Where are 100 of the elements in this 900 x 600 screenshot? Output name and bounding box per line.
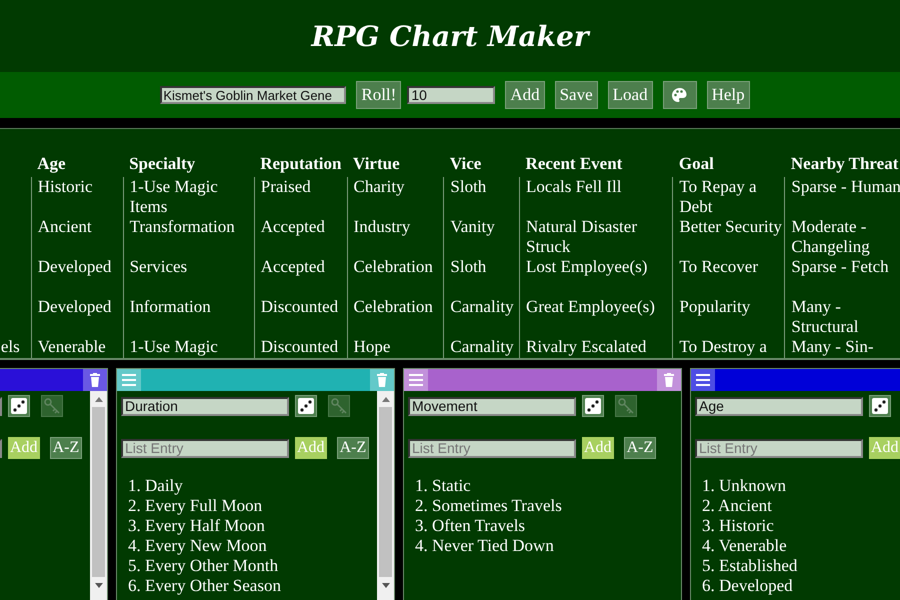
list-item: 1. Unknown	[702, 476, 788, 496]
table-cell: Industry	[354, 217, 410, 236]
list-item: 1. Static	[415, 476, 472, 496]
table-cell: Celebration	[354, 297, 433, 316]
list-item: 5. Established	[702, 556, 798, 576]
roll-button[interactable]	[582, 395, 604, 417]
list-title-field[interactable]: Duration	[121, 396, 289, 416]
column-header: Specialty	[123, 153, 254, 177]
table-cell: Many - Structural	[791, 297, 858, 336]
app-title: RPG Chart Maker	[311, 20, 589, 52]
trash-icon	[89, 372, 101, 388]
key-button[interactable]	[615, 395, 637, 417]
sort-button[interactable]: A-Z	[50, 437, 82, 459]
table-cell: Developed	[38, 257, 112, 276]
list-item: 5. Every Other Month	[128, 556, 280, 576]
scrollbar[interactable]	[377, 391, 394, 600]
table-cell: Ancient	[38, 217, 92, 236]
sort-button[interactable]: A-Z	[624, 437, 656, 459]
scroll-down-arrow-icon	[94, 582, 102, 588]
column-header: Age	[31, 153, 124, 177]
delete-button[interactable]	[657, 369, 681, 391]
table-cell: Historic	[38, 177, 93, 196]
scroll-down-arrow-icon	[382, 582, 390, 588]
chart-name-field[interactable]: Kismet's Goblin Market Gene	[160, 86, 346, 104]
table-cell: Discounted	[260, 337, 338, 356]
table-cell: els	[0, 337, 20, 356]
column-header: Recent Event	[520, 153, 673, 177]
menu-button[interactable]	[404, 369, 428, 391]
table-cell: Rivalry Escalated	[526, 337, 646, 356]
scroll-up-arrow-icon	[382, 396, 390, 402]
dice-icon	[872, 398, 888, 414]
key-icon	[618, 398, 634, 414]
roll-button[interactable]	[8, 395, 30, 417]
key-icon	[331, 398, 347, 414]
palette-icon	[671, 87, 688, 103]
table-cell: Many - Sin-	[791, 337, 874, 356]
table-cell: Natural Disaster Struck	[526, 217, 637, 256]
table-cell: Sparse - Fetch	[791, 257, 889, 276]
list-item: 4. Every New Moon	[128, 536, 268, 556]
palette-button[interactable]	[662, 81, 697, 109]
table-cell: Information	[130, 297, 211, 316]
key-icon	[44, 398, 60, 414]
column-header: Vice	[444, 153, 520, 177]
list-item: 3. Every Half Moon	[128, 516, 266, 536]
scrollbar-thumb[interactable]	[92, 407, 105, 577]
toolbar-button[interactable]: Add	[505, 81, 545, 109]
list-title-field[interactable]: Movement	[408, 396, 576, 416]
table-cell: Moderate - Changeling	[791, 217, 870, 256]
toolbar-button[interactable]: Save	[554, 81, 598, 109]
menu-button[interactable]	[691, 369, 715, 391]
scroll-up-arrow-icon	[94, 396, 102, 402]
table-cell: To Destroy a	[679, 337, 767, 356]
roll-button[interactable]: Roll!	[356, 81, 402, 109]
table-cell: Lost Employee(s)	[526, 257, 648, 276]
menu-icon	[121, 372, 137, 388]
list-item: 1. Daily	[128, 476, 184, 496]
column-header: Reputation	[254, 153, 348, 177]
table-cell: Great Employee(s)	[526, 297, 655, 316]
table-cell: Sloth	[450, 257, 486, 276]
table-cell: Sloth	[450, 177, 486, 196]
list-item: 3. Historic	[702, 516, 775, 536]
list-item: 2. Every Full Moon	[128, 496, 264, 516]
table-cell: Accepted	[260, 257, 325, 276]
scrollbar-thumb[interactable]	[379, 407, 392, 577]
roll-count-field[interactable]: 10	[407, 86, 496, 104]
table-cell: Transformation	[130, 217, 235, 236]
column-header: Nearby Threat	[784, 153, 900, 177]
dice-icon	[11, 398, 27, 414]
table-cell: Carnality	[450, 337, 514, 356]
table-cell: Charity	[354, 177, 405, 196]
table-cell: Services	[130, 257, 188, 276]
list-item: 2. Ancient	[702, 496, 773, 516]
list-item: 4. Never Tied Down	[415, 536, 555, 556]
table-cell: To Recover	[679, 257, 758, 276]
roll-button[interactable]	[869, 395, 891, 417]
column-header: Virtue	[347, 153, 444, 177]
menu-icon	[695, 372, 711, 388]
table-cell: Venerable	[38, 337, 106, 356]
table-cell: 1-Use Magic	[130, 337, 218, 356]
scrollbar[interactable]	[90, 391, 107, 600]
delete-button[interactable]	[83, 369, 107, 391]
key-button[interactable]	[41, 395, 63, 417]
table-cell: Praised	[260, 177, 311, 196]
key-button[interactable]	[328, 395, 350, 417]
trash-icon	[663, 372, 675, 388]
table-cell: 1-Use Magic Items	[130, 177, 218, 216]
sort-button[interactable]: A-Z	[336, 437, 370, 459]
list-item: 4. Venerable	[702, 536, 788, 556]
table-cell: Discounted	[260, 297, 338, 316]
table-cell: Hope	[354, 337, 390, 356]
table-cell: Better Security	[679, 217, 782, 236]
table-cell: To Repay a Debt	[679, 177, 757, 216]
toolbar-button[interactable]: Help	[706, 81, 750, 109]
list-item: 3. Often Travels	[415, 516, 526, 536]
menu-icon	[408, 372, 424, 388]
list-item: 6. Developed	[702, 576, 794, 596]
table-cell: Carnality	[450, 297, 514, 316]
roll-button[interactable]	[295, 395, 317, 417]
toolbar-button[interactable]: Load	[608, 81, 653, 109]
dice-icon	[585, 398, 601, 414]
